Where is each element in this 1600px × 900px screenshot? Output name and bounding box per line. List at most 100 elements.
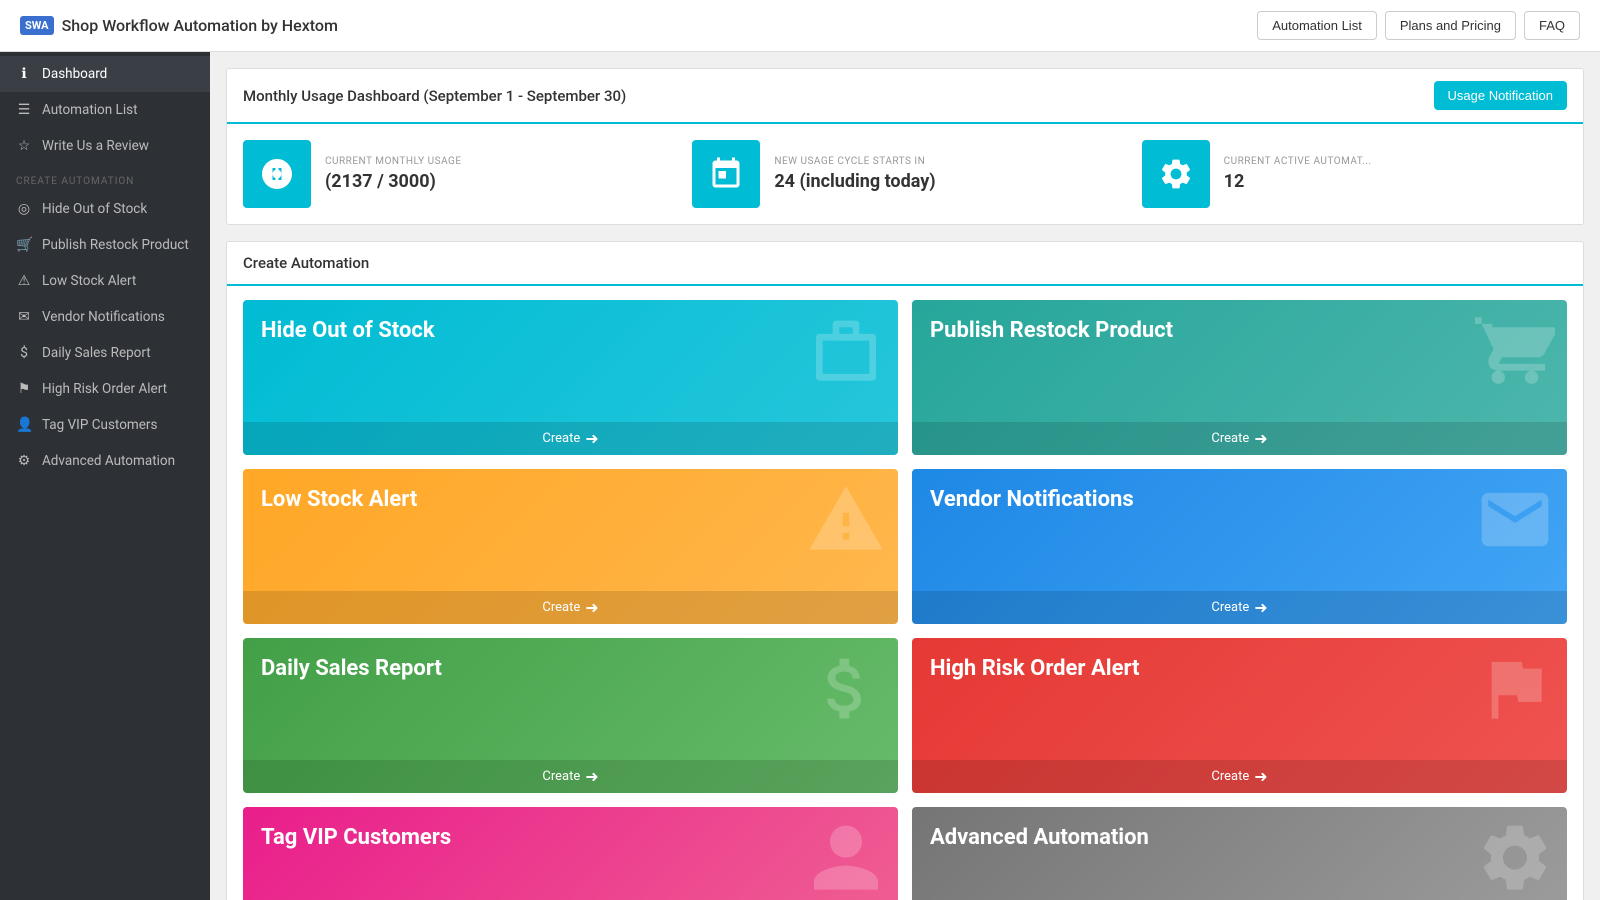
gear-large-bg-icon: [1475, 818, 1555, 900]
sidebar-item-low-stock-alert[interactable]: ⚠ Low Stock Alert: [0, 263, 210, 299]
stat-active-automations-text: CURRENT ACTIVE AUTOMAT... 12: [1224, 156, 1372, 192]
sidebar-item-hide-out-of-stock[interactable]: ◎ Hide Out of Stock: [0, 191, 210, 227]
cart-bg-icon: [1475, 311, 1555, 395]
sidebar-label-vendor-notifications: Vendor Notifications: [42, 309, 165, 325]
card-hide-out-of-stock-footer[interactable]: Create ➜: [243, 422, 898, 455]
card-vendor-title: Vendor Notifications: [930, 487, 1332, 513]
card-publish-restock-body: Publish Restock Product: [912, 300, 1567, 422]
card-publish-restock-title: Publish Restock Product: [930, 318, 1332, 344]
card-vip-title: Tag VIP Customers: [261, 825, 663, 851]
cart-icon: 🛒: [16, 237, 32, 253]
sidebar-item-daily-sales-report[interactable]: $ Daily Sales Report: [0, 335, 210, 371]
calendar-icon: [708, 156, 744, 192]
warning-icon: ⚠: [16, 273, 32, 289]
list-icon: ☰: [16, 102, 32, 118]
card-low-stock-alert[interactable]: Low Stock Alert Create ➜: [243, 469, 898, 624]
stat-new-cycle-text: NEW USAGE CYCLE STARTS IN 24 (including …: [774, 156, 935, 192]
card-sales-create-label: Create: [542, 769, 580, 784]
top-nav-buttons: Automation List Plans and Pricing FAQ: [1257, 11, 1580, 40]
sidebar-label-write-review: Write Us a Review: [42, 138, 149, 154]
card-publish-restock-footer[interactable]: Create ➜: [912, 422, 1567, 455]
sidebar-item-write-review[interactable]: ☆ Write Us a Review: [0, 128, 210, 164]
dashboard-panel: Monthly Usage Dashboard (September 1 - S…: [226, 68, 1584, 225]
sidebar-item-tag-vip[interactable]: 👤 Tag VIP Customers: [0, 407, 210, 443]
card-vendor-create-label: Create: [1211, 600, 1249, 615]
card-sales-title: Daily Sales Report: [261, 656, 663, 682]
sidebar-label-dashboard: Dashboard: [42, 66, 107, 82]
card-publish-restock-product[interactable]: Publish Restock Product Create ➜: [912, 300, 1567, 455]
stat-new-cycle: NEW USAGE CYCLE STARTS IN 24 (including …: [692, 140, 1117, 208]
plans-pricing-nav-btn[interactable]: Plans and Pricing: [1385, 11, 1516, 40]
envelope-icon: ✉: [16, 309, 32, 325]
card-advanced-automation[interactable]: Advanced Automation Create ➜: [912, 807, 1567, 900]
stat-active-automations-label: CURRENT ACTIVE AUTOMAT...: [1224, 156, 1372, 167]
card-high-risk-body: High Risk Order Alert: [912, 638, 1567, 760]
box-bg-icon: [806, 311, 886, 395]
monthly-usage-icon-box: [243, 140, 311, 208]
card-sales-footer[interactable]: Create ➜: [243, 760, 898, 793]
create-arrow-icon: ➜: [585, 429, 598, 448]
logo-badge: SWA: [20, 16, 54, 35]
card-low-stock-body: Low Stock Alert: [243, 469, 898, 591]
card-high-risk-create-label: Create: [1211, 769, 1249, 784]
create-automation-header: Create Automation: [227, 242, 1583, 286]
create-arrow-icon-4: ➜: [1254, 598, 1267, 617]
create-arrow-icon-3: ➜: [585, 598, 598, 617]
dollar-icon: $: [16, 345, 32, 361]
dashboard-title: Monthly Usage Dashboard (September 1 - S…: [243, 87, 626, 105]
create-arrow-icon-2: ➜: [1254, 429, 1267, 448]
create-automation-panel: Create Automation Hide Out of Stock Crea…: [226, 241, 1584, 900]
app-logo: SWA Shop Workflow Automation by Hextom: [20, 16, 338, 35]
new-cycle-icon-box: [692, 140, 760, 208]
sidebar-item-publish-restock[interactable]: 🛒 Publish Restock Product: [0, 227, 210, 263]
sidebar-item-high-risk-order[interactable]: ⚑ High Risk Order Alert: [0, 371, 210, 407]
flag-bg-icon: [1475, 649, 1555, 733]
card-vendor-body: Vendor Notifications: [912, 469, 1567, 591]
sidebar-label-low-stock-alert: Low Stock Alert: [42, 273, 136, 289]
card-high-risk-order-alert[interactable]: High Risk Order Alert Create ➜: [912, 638, 1567, 793]
card-vendor-footer[interactable]: Create ➜: [912, 591, 1567, 624]
sidebar-label-tag-vip: Tag VIP Customers: [42, 417, 157, 433]
stats-row: CURRENT MONTHLY USAGE (2137 / 3000) NEW …: [227, 124, 1583, 224]
app-title: Shop Workflow Automation by Hextom: [62, 16, 338, 35]
stat-monthly-usage-text: CURRENT MONTHLY USAGE (2137 / 3000): [325, 156, 462, 192]
gear-icon: ⚙: [16, 453, 32, 469]
card-low-stock-title: Low Stock Alert: [261, 487, 663, 513]
automation-list-nav-btn[interactable]: Automation List: [1257, 11, 1377, 40]
create-arrow-icon-6: ➜: [1254, 767, 1267, 786]
sidebar-item-dashboard[interactable]: ℹ Dashboard: [0, 56, 210, 92]
card-advanced-title: Advanced Automation: [930, 825, 1332, 851]
flag-icon: ⚑: [16, 381, 32, 397]
sidebar-item-automation-list[interactable]: ☰ Automation List: [0, 92, 210, 128]
faq-nav-btn[interactable]: FAQ: [1524, 11, 1580, 40]
card-tag-vip-customers[interactable]: Tag VIP Customers Create ➜: [243, 807, 898, 900]
sidebar-label-advanced-automation: Advanced Automation: [42, 453, 175, 469]
automation-grid: Hide Out of Stock Create ➜ Publish Resto…: [227, 286, 1583, 900]
card-daily-sales-report[interactable]: Daily Sales Report Create ➜: [243, 638, 898, 793]
sidebar-item-advanced-automation[interactable]: ⚙ Advanced Automation: [0, 443, 210, 479]
card-vip-body: Tag VIP Customers: [243, 807, 898, 900]
card-hide-out-of-stock[interactable]: Hide Out of Stock Create ➜: [243, 300, 898, 455]
person-icon: 👤: [16, 417, 32, 433]
create-automation-section-label: CREATE AUTOMATION: [0, 164, 210, 191]
stat-monthly-usage-label: CURRENT MONTHLY USAGE: [325, 156, 462, 167]
card-vendor-notifications[interactable]: Vendor Notifications Create ➜: [912, 469, 1567, 624]
sidebar-label-hide-out-of-stock: Hide Out of Stock: [42, 201, 147, 217]
sidebar-item-vendor-notifications[interactable]: ✉ Vendor Notifications: [0, 299, 210, 335]
usage-notification-button[interactable]: Usage Notification: [1434, 81, 1568, 110]
star-icon: ☆: [16, 138, 32, 154]
warning-bg-icon: [806, 480, 886, 564]
create-arrow-icon-5: ➜: [585, 767, 598, 786]
sidebar-label-automation-list: Automation List: [42, 102, 137, 118]
dollar-bg-icon: [806, 649, 886, 733]
automations-gear-icon: [1158, 156, 1194, 192]
card-high-risk-title: High Risk Order Alert: [930, 656, 1332, 682]
card-hide-out-of-stock-body: Hide Out of Stock: [243, 300, 898, 422]
card-high-risk-footer[interactable]: Create ➜: [912, 760, 1567, 793]
card-low-stock-footer[interactable]: Create ➜: [243, 591, 898, 624]
sidebar-label-daily-sales-report: Daily Sales Report: [42, 345, 151, 361]
envelope-bg-icon: [1475, 480, 1555, 564]
top-nav: SWA Shop Workflow Automation by Hextom A…: [0, 0, 1600, 52]
stat-monthly-usage-value: (2137 / 3000): [325, 171, 462, 192]
card-hide-out-of-stock-create-label: Create: [542, 431, 580, 446]
